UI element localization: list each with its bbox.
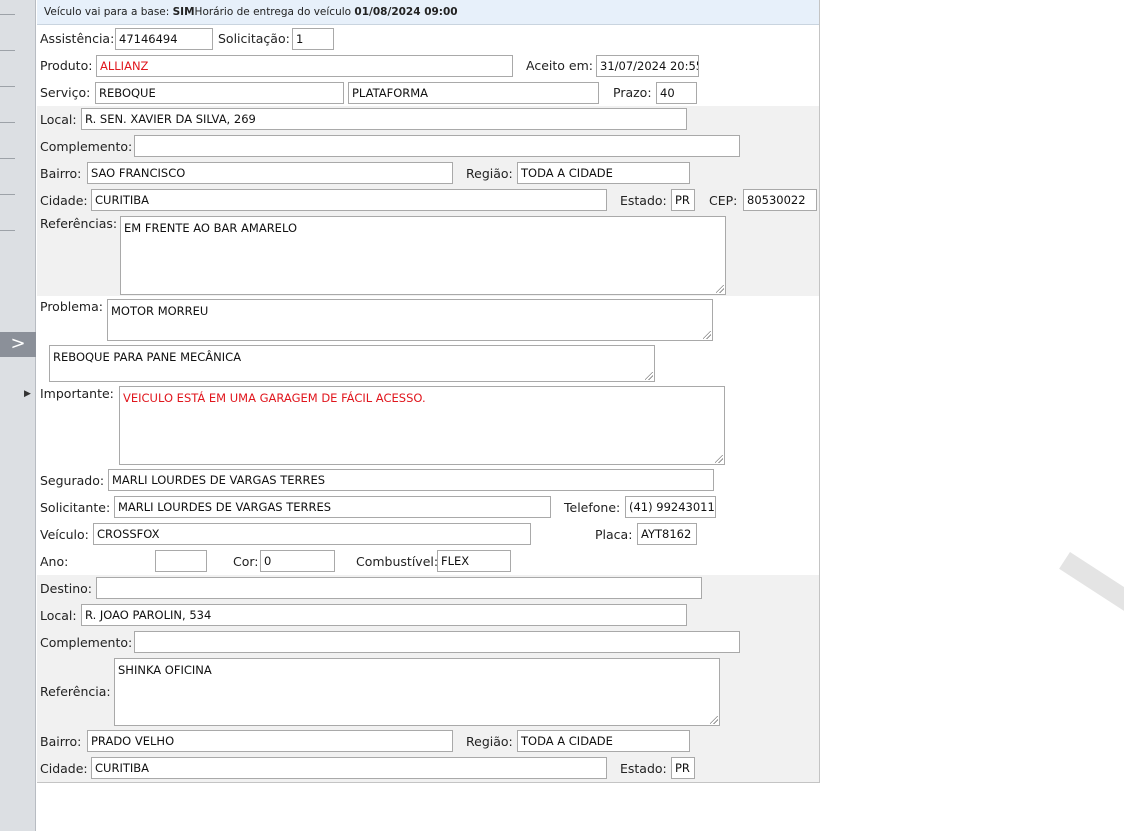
servico-label: Serviço: — [40, 85, 91, 100]
aceito-label: Aceito em: — [526, 58, 593, 73]
veiculo-label: Veículo: — [40, 527, 89, 542]
prazo-field[interactable]: 40 — [656, 82, 697, 104]
prazo-label: Prazo: — [613, 85, 652, 100]
sidebar-divider — [0, 50, 15, 51]
sidebar-divider — [0, 14, 15, 15]
segurado-label: Segurado: — [40, 473, 105, 488]
origem-referencias-textarea[interactable]: EM FRENTE AO BAR AMARELO — [120, 216, 726, 295]
importante-textarea[interactable]: VEICULO ESTÁ EM UMA GARAGEM DE FÁCIL ACE… — [119, 386, 725, 465]
assistencia-field[interactable]: 47146494 — [115, 28, 213, 50]
problema-label: Problema: — [40, 299, 103, 314]
origem-referencias-label: Referências: — [40, 216, 118, 231]
produto-field[interactable]: ALLIANZ — [96, 55, 513, 77]
decorative-stripe — [1059, 552, 1124, 618]
cor-label: Cor: — [233, 554, 259, 569]
sidebar-expand-button[interactable]: > — [0, 332, 36, 357]
destino-cidade-field[interactable]: CURITIBA — [91, 757, 607, 779]
solicitacao-label: Solicitação: — [218, 31, 290, 46]
servico-tipo-field[interactable]: PLATAFORMA — [348, 82, 599, 104]
destino-bairro-field[interactable]: PRADO VELHO — [87, 730, 453, 752]
delivery-label: Horário de entrega do veículo — [194, 6, 355, 18]
form-header: Veículo vai para a base: SIMHorário de e… — [37, 0, 819, 25]
descricao-textarea[interactable]: REBOQUE PARA PANE MECÂNICA — [49, 345, 655, 382]
origem-cep-label: CEP: — [709, 193, 738, 208]
sidebar-divider — [0, 158, 15, 159]
solicitante-field[interactable]: MARLI LOURDES DE VARGAS TERRES — [114, 496, 551, 518]
origem-local-field[interactable]: R. SEN. XAVIER DA SILVA, 269 — [81, 108, 687, 130]
origem-estado-label: Estado: — [620, 193, 667, 208]
veiculo-field[interactable]: CROSSFOX — [93, 523, 531, 545]
delivery-value: 01/08/2024 09:00 — [354, 6, 458, 18]
origem-cidade-label: Cidade: — [40, 193, 88, 208]
origem-bairro-field[interactable]: SAO FRANCISCO — [87, 162, 453, 184]
destino-estado-label: Estado: — [620, 761, 667, 776]
placa-field[interactable]: AYT8162 — [637, 523, 697, 545]
sidebar-divider — [0, 194, 15, 195]
origem-regiao-field[interactable]: TODA A CIDADE — [517, 162, 690, 184]
sidebar-divider — [0, 86, 15, 87]
telefone-label: Telefone: — [564, 500, 621, 515]
origem-complemento-label: Complemento: — [40, 139, 133, 154]
origem-bairro-label: Bairro: — [40, 166, 82, 181]
chevron-right-icon: > — [10, 333, 26, 354]
produto-label: Produto: — [40, 58, 93, 73]
telefone-field[interactable]: (41) 992430118 — [625, 496, 716, 518]
destino-bairro-label: Bairro: — [40, 734, 82, 749]
cor-field[interactable]: 0 — [260, 550, 335, 572]
origem-cidade-field[interactable]: CURITIBA — [91, 189, 607, 211]
solicitante-label: Solicitante: — [40, 500, 111, 515]
problema-textarea[interactable]: MOTOR MORREU — [107, 299, 713, 341]
destino-referencia-textarea[interactable]: SHINKA OFICINA — [114, 658, 720, 726]
destino-regiao-field[interactable]: TODA A CIDADE — [517, 730, 690, 752]
origem-cep-field[interactable]: 80530022 — [743, 189, 817, 211]
ano-label: Ano: — [40, 554, 69, 569]
origem-complemento-field[interactable] — [134, 135, 740, 157]
destino-estado-field[interactable]: PR — [671, 757, 695, 779]
servico-field[interactable]: REBOQUE — [95, 82, 344, 104]
destino-label: Destino: — [40, 581, 92, 596]
origem-estado-field[interactable]: PR — [671, 189, 695, 211]
destino-local-label: Local: — [40, 608, 77, 623]
service-form: Veículo vai para a base: SIMHorário de e… — [37, 0, 820, 783]
destino-regiao-label: Região: — [466, 734, 513, 749]
destino-field[interactable] — [96, 577, 702, 599]
destino-local-field[interactable]: R. JOAO PAROLIN, 534 — [81, 604, 687, 626]
destino-complemento-field[interactable] — [134, 631, 740, 653]
destino-referencia-label: Referência: — [40, 684, 111, 699]
combustivel-label: Combustível: — [356, 554, 439, 569]
sidebar-divider — [0, 122, 15, 123]
tree-expand-icon[interactable]: ▶ — [24, 389, 31, 399]
solicitacao-field[interactable]: 1 — [292, 28, 334, 50]
origem-regiao-label: Região: — [466, 166, 513, 181]
sidebar-divider — [0, 230, 15, 231]
left-sidebar: > ▶ — [0, 0, 36, 831]
importante-label: Importante: — [40, 386, 114, 401]
assistencia-label: Assistência: — [40, 31, 115, 46]
segurado-field[interactable]: MARLI LOURDES DE VARGAS TERRES — [108, 469, 714, 491]
aceito-field[interactable]: 31/07/2024 20:55 — [596, 55, 699, 77]
combustivel-field[interactable]: FLEX — [437, 550, 511, 572]
destino-cidade-label: Cidade: — [40, 761, 88, 776]
ano-field[interactable] — [155, 550, 207, 572]
base-label: Veículo vai para a base: — [44, 6, 173, 18]
origem-local-label: Local: — [40, 112, 77, 127]
placa-label: Placa: — [595, 527, 633, 542]
destino-complemento-label: Complemento: — [40, 635, 133, 650]
base-value: SIM — [172, 6, 195, 18]
